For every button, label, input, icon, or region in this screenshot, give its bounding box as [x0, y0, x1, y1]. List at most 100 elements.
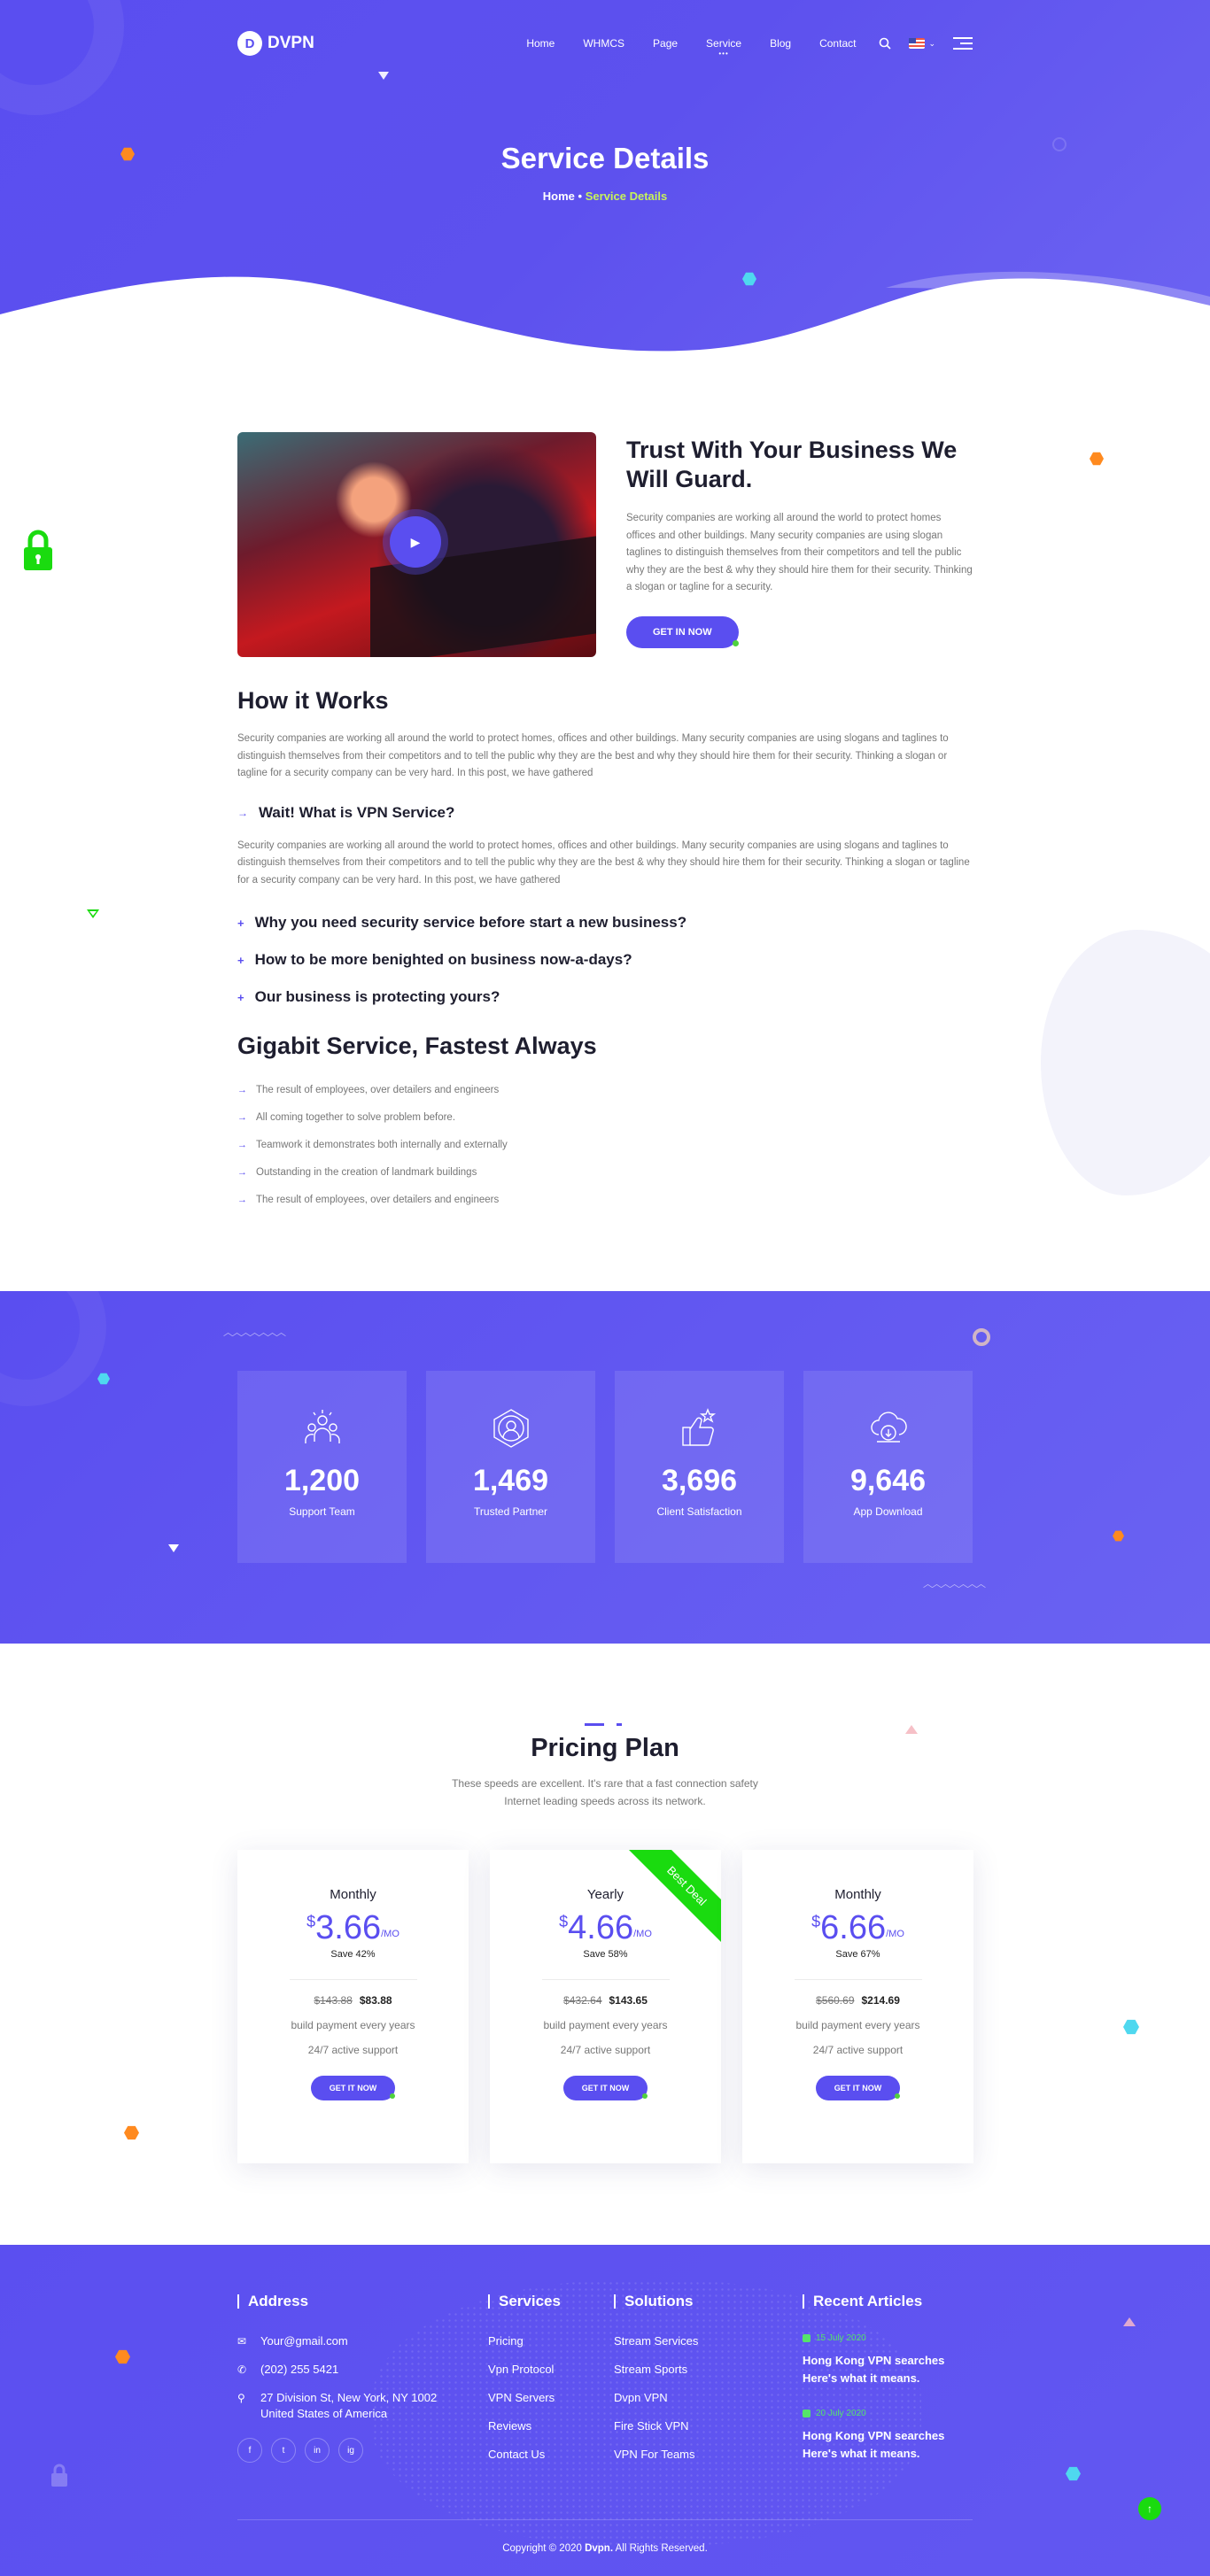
faq-item[interactable]: + Our business is protecting yours? — [237, 988, 973, 1006]
counter-value: 3,696 — [661, 1464, 738, 1497]
logo-text: DVPN — [268, 34, 314, 52]
lock-icon — [21, 528, 55, 576]
twitter-icon[interactable]: t — [271, 2438, 296, 2463]
us-flag-icon — [909, 38, 926, 49]
decor-triangle — [1123, 2317, 1136, 2326]
get-it-now-button[interactable]: GET IT NOW — [310, 2076, 396, 2100]
title-decor — [585, 1723, 627, 1727]
plan-feature: 24/7 active support — [812, 2044, 904, 2056]
counter-card: 1,200 Support Team — [237, 1371, 407, 1563]
counter-card: 9,646 App Download — [803, 1371, 973, 1563]
footer-address: Address ✉ Your@gmail.com ✆ (202) 255 5421 … — [237, 2294, 477, 2463]
service-content — [0, 359, 1210, 432]
counter-card: 1,469 Trusted Partner — [426, 1371, 595, 1563]
gigabit-section: Gigabit Service, Fastest Always → The res… — [237, 1033, 973, 1213]
menu-blog[interactable]: Blog — [770, 37, 791, 50]
arrow-right-icon: → — [237, 1194, 247, 1205]
faq-item[interactable]: + Why you need security service before st… — [237, 914, 973, 932]
footer-link[interactable]: VPN Servers — [488, 2390, 561, 2406]
lock-icon — [50, 2463, 69, 2492]
footer-link[interactable]: Contact Us — [488, 2447, 561, 2463]
decor-hexagon — [1090, 452, 1104, 466]
article-link[interactable]: Hong Kong VPN searches Here's what it me… — [803, 2352, 973, 2387]
chevron-down-icon: ⌄ — [928, 38, 935, 48]
instagram-icon[interactable]: ig — [338, 2438, 363, 2463]
plan-total: $143.88 $83.88 — [314, 1994, 392, 2007]
menu-page[interactable]: Page — [653, 37, 678, 50]
get-it-now-button[interactable]: GET IT NOW — [815, 2076, 901, 2100]
footer-divider — [237, 2519, 973, 2520]
video-thumbnail[interactable]: ▶ — [237, 432, 596, 657]
plan-total: $560.69 $214.69 — [816, 1994, 900, 2007]
footer-link[interactable]: Fire Stick VPN — [614, 2418, 698, 2434]
footer-link[interactable]: Stream Services — [614, 2333, 698, 2349]
footer-link[interactable]: Reviews — [488, 2418, 561, 2434]
decor-hexagon — [124, 2125, 139, 2140]
cloud-download-icon — [870, 1412, 907, 1443]
footer-link[interactable]: Pricing — [488, 2333, 561, 2349]
logo[interactable]: D DVPN — [237, 31, 314, 56]
get-it-now-button[interactable]: GET IT NOW — [562, 2076, 648, 2100]
hamburger-menu-icon[interactable] — [953, 37, 973, 50]
plan-save: Save 67% — [835, 1949, 880, 1960]
intro-row: ▶ Trust With Your Business We Will Guard… — [237, 432, 973, 657]
arrow-right-icon: → — [237, 1084, 247, 1095]
faq-question: Our business is protecting yours? — [254, 988, 500, 1005]
menu-home[interactable]: Home — [526, 37, 555, 50]
team-icon — [304, 1410, 340, 1443]
plan-list: Monthly $3.66/MO Save 42% $143.88 $83.88 … — [237, 1850, 973, 2163]
search-icon[interactable] — [879, 37, 892, 50]
counter-value: 1,469 — [472, 1464, 549, 1497]
faq-question: How to be more benighted on business now… — [254, 951, 632, 968]
article-link[interactable]: Hong Kong VPN searches Here's what it me… — [803, 2427, 973, 2463]
breadcrumb: Home • Service Details — [0, 190, 1210, 203]
menu-service[interactable]: Service — [706, 37, 741, 50]
thumbs-up-icon — [681, 1408, 716, 1446]
copyright: Copyright © 2020 Dvpn. All Rights Reserv… — [502, 2543, 708, 2554]
pricing-section: Pricing Plan These speeds are excellent.… — [0, 1644, 1210, 2246]
list-item: → The result of employees, over detailers… — [237, 1194, 500, 1205]
faq-item-open[interactable]: → Wait! What is VPN Service? — [237, 804, 973, 822]
facebook-icon[interactable]: f — [237, 2438, 262, 2463]
calendar-icon — [803, 2410, 811, 2417]
decor-blob — [1041, 930, 1210, 1195]
article-date: 15 July 2020 — [803, 2333, 973, 2343]
feature-list: → The result of employees, over detailers… — [237, 1076, 973, 1213]
arrow-right-icon: → — [237, 1139, 247, 1150]
breadcrumb-separator: • — [578, 190, 583, 203]
plus-icon: + — [237, 916, 244, 930]
menu-contact[interactable]: Contact — [819, 37, 856, 50]
list-item: → All coming together to solve problem be… — [237, 1111, 456, 1123]
map-pin-icon: ⚲ — [237, 2392, 245, 2404]
plan-feature: build payment every years — [291, 2019, 415, 2031]
faq-answer: Security companies are working all aroun… — [237, 839, 970, 886]
footer-link[interactable]: Stream Sports — [614, 2362, 698, 2378]
pricing-title: Pricing Plan — [531, 1734, 679, 1762]
gigabit-title: Gigabit Service, Fastest Always — [237, 1033, 597, 1059]
play-icon[interactable]: ▶ — [390, 516, 441, 568]
partner-network-icon — [493, 1409, 529, 1448]
footer-link[interactable]: Dvpn VPN — [614, 2390, 698, 2406]
footer-link[interactable]: VPN For Teams — [614, 2447, 698, 2463]
plan-feature: build payment every years — [543, 2019, 668, 2031]
plan-feature: 24/7 active support — [560, 2044, 651, 2056]
decor-ring — [973, 1328, 990, 1346]
scroll-to-top-button[interactable]: ↑ — [1138, 2497, 1161, 2520]
counter-label: Client Satisfaction — [656, 1505, 742, 1518]
language-selector[interactable]: ⌄ — [909, 38, 935, 49]
linkedin-icon[interactable]: in — [305, 2438, 330, 2463]
footer-phone[interactable]: ✆ (202) 255 5421 — [237, 2362, 477, 2378]
plan-feature: 24/7 active support — [307, 2044, 399, 2056]
menu-whmcs[interactable]: WHMCS — [583, 37, 624, 50]
footer-services: Services Pricing Vpn Protocol VPN Server… — [488, 2294, 561, 2475]
decor-triangle — [168, 1544, 179, 1552]
get-in-now-button[interactable]: GET IN NOW — [626, 615, 739, 648]
counter-section: ︿︿︿︿︿︿︿ ︿︿︿︿︿︿︿ 1,200 Support Team 1,469… — [0, 1291, 1210, 1644]
nav-icons: ⌄ — [879, 37, 973, 50]
faq-item[interactable]: + How to be more benighted on business no… — [237, 951, 973, 969]
breadcrumb-home[interactable]: Home — [543, 190, 575, 203]
decor-hexagon — [1066, 2466, 1081, 2481]
footer-link[interactable]: Vpn Protocol — [488, 2362, 561, 2378]
logo-mark: D — [237, 31, 262, 56]
footer-email[interactable]: ✉ Your@gmail.com — [237, 2333, 477, 2349]
